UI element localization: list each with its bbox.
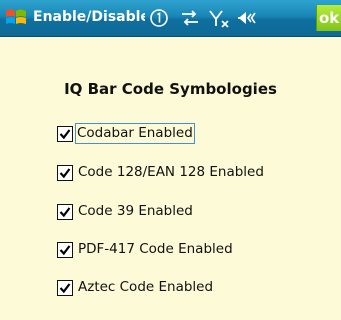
- connectivity-icon[interactable]: [179, 8, 201, 28]
- ok-button[interactable]: ok: [316, 5, 341, 31]
- title-bar: Enable/Disable Sy ok: [0, 0, 341, 37]
- checkbox-code39[interactable]: [57, 204, 73, 220]
- checkbox-pdf417[interactable]: [57, 242, 73, 258]
- windows-start-icon[interactable]: [3, 5, 29, 31]
- option-label[interactable]: Codabar Enabled: [75, 123, 195, 144]
- checkmark-icon: [59, 245, 71, 256]
- checkmark-icon: [59, 207, 71, 218]
- checkbox-codabar[interactable]: [57, 126, 73, 142]
- sim-slot-1-icon[interactable]: [149, 8, 169, 28]
- checkmark-icon: [59, 283, 71, 294]
- volume-icon[interactable]: [235, 8, 257, 28]
- checkbox-aztec[interactable]: [57, 280, 73, 296]
- window-title: Enable/Disable Sy: [33, 9, 145, 25]
- option-label[interactable]: Aztec Code Enabled: [78, 278, 213, 297]
- page-heading: IQ Bar Code Symbologies: [64, 80, 277, 98]
- checkbox-code128[interactable]: [57, 165, 73, 181]
- signal-icon[interactable]: [208, 8, 232, 28]
- option-label[interactable]: Code 128/EAN 128 Enabled: [78, 163, 264, 182]
- option-label[interactable]: Code 39 Enabled: [78, 202, 193, 221]
- checkmark-icon: [59, 168, 71, 179]
- checkmark-icon: [59, 129, 71, 140]
- option-label[interactable]: PDF-417 Code Enabled: [78, 240, 233, 259]
